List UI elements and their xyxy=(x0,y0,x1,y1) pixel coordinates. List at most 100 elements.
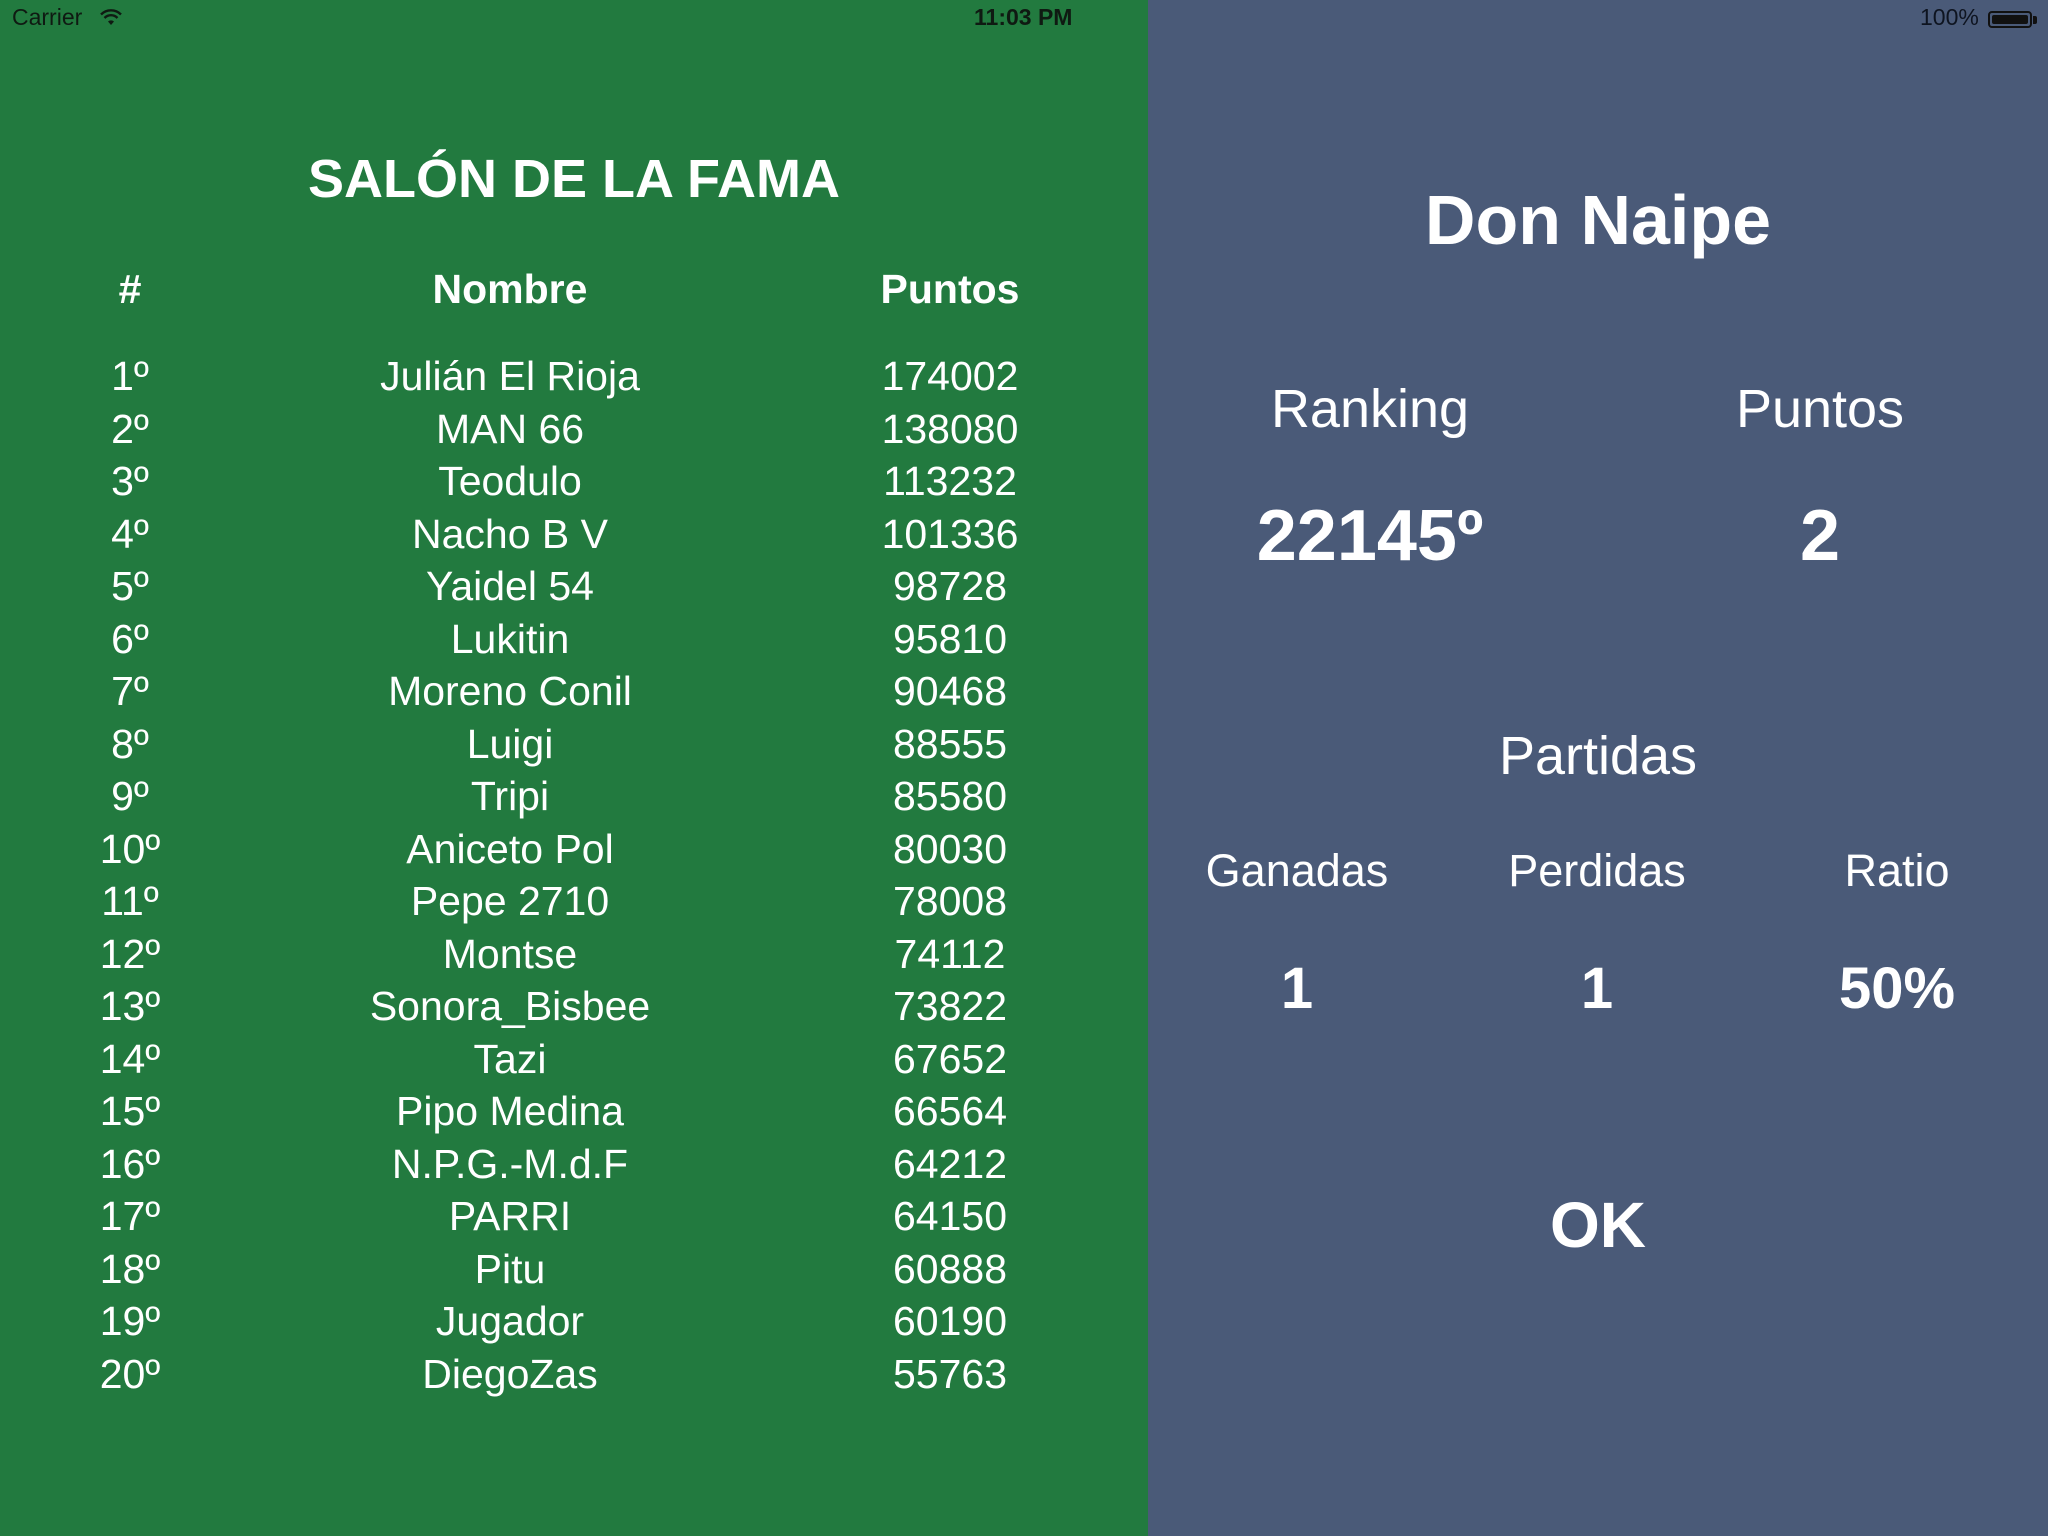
row-name: DiegoZas xyxy=(422,1350,598,1397)
row-rank: 7º xyxy=(111,668,149,714)
row-name: Nacho B V xyxy=(412,510,608,557)
row-name: Lukitin xyxy=(450,615,570,662)
row-name: Tripi xyxy=(470,773,550,819)
row-points: 66564 xyxy=(892,1088,1007,1134)
row-points: 88555 xyxy=(892,720,1007,767)
row-rank: 9º xyxy=(111,773,149,819)
row-rank: 20º xyxy=(99,1350,161,1397)
row-points: 74112 xyxy=(894,930,1006,977)
row-points: 101336 xyxy=(881,510,1019,557)
row-points: 138080 xyxy=(881,405,1019,452)
ratio-value: 50% xyxy=(1838,956,1956,1021)
battery-nub xyxy=(2033,16,2037,24)
row-rank: 10º xyxy=(99,825,161,872)
row-rank: 12º xyxy=(99,930,161,977)
row-name: Montse xyxy=(442,930,578,977)
table-row: 1º Julián El Rioja 174002 xyxy=(0,350,1148,403)
points-value: 2 xyxy=(1799,496,1841,576)
hall-of-fame-title: SALÓN DE LA FAMA xyxy=(308,149,840,209)
ranking-label: Ranking xyxy=(1270,379,1470,439)
row-name: PARRI xyxy=(448,1193,572,1239)
row-points: 90468 xyxy=(892,668,1007,714)
row-name: Tazi xyxy=(473,1035,547,1082)
row-rank: 5º xyxy=(111,563,149,609)
table-row: 17º PARRI 64150 xyxy=(0,1190,1148,1243)
lost-label: Perdidas xyxy=(1508,845,1686,896)
wifi-icon xyxy=(100,6,122,33)
row-points: 85580 xyxy=(892,773,1007,819)
table-row: 10º Aniceto Pol 80030 xyxy=(0,823,1148,876)
row-rank: 8º xyxy=(111,720,149,767)
table-row: 11º Pepe 2710 78008 xyxy=(0,875,1148,928)
row-rank: 6º xyxy=(111,615,149,662)
row-rank: 16º xyxy=(99,1140,161,1187)
table-row: 8º Luigi 88555 xyxy=(0,718,1148,771)
row-name: Julián El Rioja xyxy=(380,353,640,399)
row-name: N.P.G.-M.d.F xyxy=(391,1140,629,1187)
row-points: 113232 xyxy=(883,458,1017,504)
row-rank: 4º xyxy=(111,510,149,557)
table-row: 14º Tazi 67652 xyxy=(0,1033,1148,1086)
status-time: 11:03 PM xyxy=(974,4,1073,30)
table-row: 2º MAN 66 138080 xyxy=(0,403,1148,456)
points-column-header: Puntos xyxy=(880,266,1020,312)
row-points: 67652 xyxy=(892,1035,1007,1082)
row-name: Luigi xyxy=(466,720,554,767)
row-rank: 18º xyxy=(99,1245,161,1292)
row-name: MAN 66 xyxy=(435,405,585,452)
won-label: Ganadas xyxy=(1205,845,1389,896)
points-label: Puntos xyxy=(1735,379,1905,439)
name-column-header: Nombre xyxy=(432,266,588,312)
row-name: Jugador xyxy=(435,1298,585,1344)
row-name: Pitu xyxy=(474,1245,546,1292)
row-name: Pepe 2710 xyxy=(410,878,610,924)
row-points: 78008 xyxy=(892,878,1007,924)
row-points: 80030 xyxy=(892,825,1007,872)
table-row: 15º Pipo Medina 66564 xyxy=(0,1085,1148,1138)
rank-column-header: # xyxy=(118,266,142,312)
table-row: 20º DiegoZas 55763 xyxy=(0,1348,1148,1401)
table-row: 4º Nacho B V 101336 xyxy=(0,508,1148,561)
battery-percent: 100% xyxy=(1920,4,1979,30)
row-points: 60190 xyxy=(892,1298,1007,1344)
row-rank: 14º xyxy=(99,1035,161,1082)
row-rank: 19º xyxy=(99,1298,161,1344)
row-rank: 17º xyxy=(99,1193,161,1239)
row-points: 55763 xyxy=(892,1350,1007,1397)
row-rank: 1º xyxy=(111,353,149,399)
player-name: Don Naipe xyxy=(1424,181,1772,259)
won-value: 1 xyxy=(1280,956,1314,1021)
row-points: 98728 xyxy=(892,563,1007,609)
table-row: 19º Jugador 60190 xyxy=(0,1295,1148,1348)
row-name: Aniceto Pol xyxy=(406,825,614,872)
table-row: 6º Lukitin 95810 xyxy=(0,613,1148,666)
games-label: Partidas xyxy=(1498,726,1698,786)
row-rank: 15º xyxy=(99,1088,161,1134)
table-row: 13º Sonora_Bisbee 73822 xyxy=(0,980,1148,1033)
ok-button[interactable]: OK xyxy=(1498,1185,1698,1265)
table-row: 3º Teodulo 113232 xyxy=(0,455,1148,508)
ranking-value: 22145º xyxy=(1256,496,1484,576)
table-row: 7º Moreno Conil 90468 xyxy=(0,665,1148,718)
leaderboard-list: 1º Julián El Rioja 174002 2º MAN 66 138080 3… xyxy=(0,350,1148,1400)
row-name: Sonora_Bisbee xyxy=(369,983,651,1029)
row-points: 73822 xyxy=(892,983,1007,1029)
row-name: Teodulo xyxy=(438,458,582,504)
table-row: 16º N.P.G.-M.d.F 64212 xyxy=(0,1138,1148,1191)
row-points: 64150 xyxy=(892,1193,1007,1239)
row-points: 174002 xyxy=(881,353,1019,399)
table-row: 18º Pitu 60888 xyxy=(0,1243,1148,1296)
row-rank: 3º xyxy=(111,458,149,504)
row-rank: 11º xyxy=(101,878,159,924)
row-points: 64212 xyxy=(892,1140,1007,1187)
row-points: 95810 xyxy=(892,615,1007,662)
lost-value: 1 xyxy=(1580,956,1614,1021)
row-name: Yaidel 54 xyxy=(426,563,594,609)
table-row: 9º Tripi 85580 xyxy=(0,770,1148,823)
table-row: 12º Montse 74112 xyxy=(0,928,1148,981)
row-points: 60888 xyxy=(892,1245,1007,1292)
row-rank: 13º xyxy=(99,983,161,1029)
ratio-label: Ratio xyxy=(1844,845,1950,896)
table-row: 5º Yaidel 54 98728 xyxy=(0,560,1148,613)
carrier-label: Carrier xyxy=(12,4,83,30)
